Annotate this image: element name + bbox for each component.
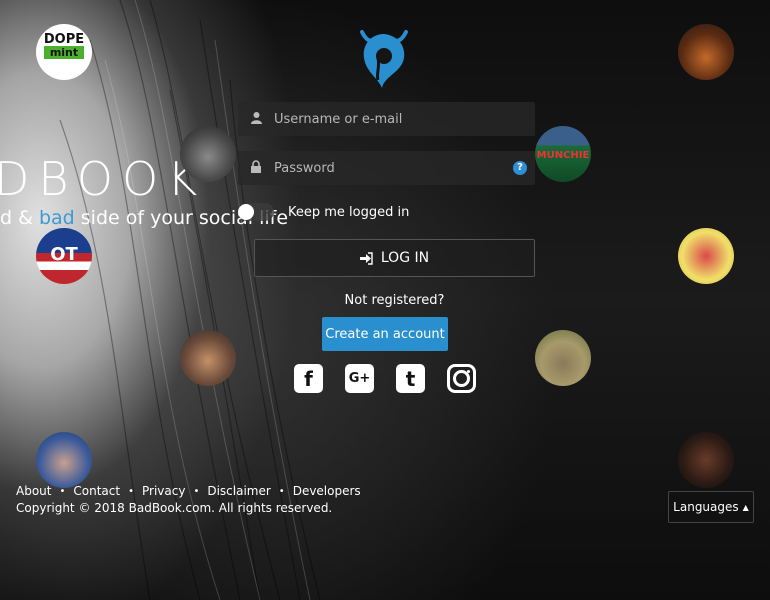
avatar-user[interactable] [36, 432, 92, 488]
remember-label: Keep me logged in [288, 204, 410, 220]
footer-separator: • [193, 485, 200, 497]
languages-label: Languages [673, 500, 739, 514]
tagline-accent: bad [38, 207, 75, 229]
username-input[interactable] [274, 102, 535, 136]
footer-link-about[interactable]: About [16, 484, 51, 498]
password-field[interactable]: ? [238, 151, 535, 185]
remember-me[interactable]: Keep me logged in [238, 203, 409, 221]
login-label: LOG IN [380, 250, 430, 266]
social-links: f G+ t [294, 364, 476, 393]
remember-toggle[interactable] [238, 203, 274, 221]
copyright-text: Copyright © 2018 BadBook.com. All rights… [16, 501, 333, 515]
badbook-logo-icon[interactable] [356, 28, 412, 92]
footer-separator: • [128, 485, 134, 497]
avatar-user[interactable] [678, 24, 734, 80]
footer-link-developers[interactable]: Developers [293, 484, 361, 498]
footer-separator: • [59, 485, 66, 497]
user-icon [238, 111, 274, 128]
avatar-ot[interactable]: OT [36, 228, 92, 284]
instagram-icon[interactable] [447, 364, 476, 393]
not-registered-text: Not registered? [344, 293, 445, 308]
languages-button[interactable]: Languages ▲ [668, 491, 754, 523]
password-input[interactable] [274, 151, 513, 185]
avatar-user[interactable] [180, 330, 236, 386]
help-icon[interactable]: ? [513, 161, 527, 175]
google-plus-icon[interactable]: G+ [345, 364, 374, 393]
footer-link-contact[interactable]: Contact [73, 484, 120, 498]
brand-title: DBOOK [0, 152, 207, 206]
avatar-user[interactable] [678, 228, 734, 284]
facebook-icon[interactable]: f [294, 364, 323, 393]
footer-link-disclaimer[interactable]: Disclaimer [207, 484, 270, 498]
lock-icon [238, 159, 274, 177]
username-field[interactable] [238, 102, 535, 136]
create-account-button[interactable]: Create an account [322, 317, 448, 351]
avatar-dope-mint[interactable]: DOPE mint [36, 24, 92, 80]
footer-separator: • [278, 485, 285, 497]
avatar-user[interactable] [678, 432, 734, 488]
twitter-icon[interactable]: t [396, 364, 425, 393]
sign-in-icon [359, 251, 373, 265]
avatar-user[interactable] [535, 330, 591, 386]
footer-links: About • Contact • Privacy • Disclaimer •… [16, 484, 361, 498]
avatar-munchies[interactable]: MUNCHIE [535, 126, 591, 182]
avatar-user[interactable] [180, 126, 236, 182]
caret-up-icon: ▲ [742, 502, 749, 512]
login-button[interactable]: LOG IN [254, 239, 535, 277]
footer-link-privacy[interactable]: Privacy [142, 484, 185, 498]
